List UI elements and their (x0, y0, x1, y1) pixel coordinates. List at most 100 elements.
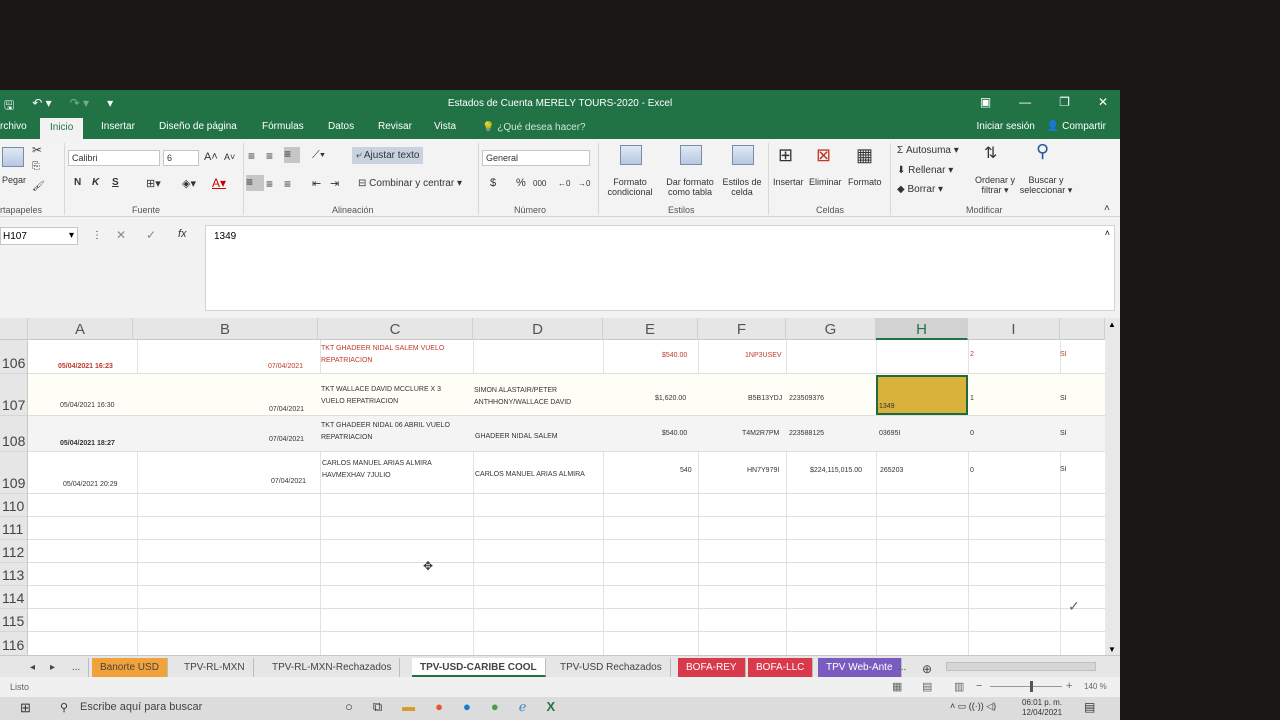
enter-icon[interactable]: ✓ (146, 228, 156, 242)
underline-button[interactable]: S (112, 177, 119, 188)
edge-icon[interactable]: ● (463, 699, 471, 715)
align-bottom-icon[interactable]: ≡ (284, 147, 300, 163)
percent-button[interactable]: % (516, 177, 526, 189)
currency-button[interactable]: $ (490, 177, 496, 189)
borders-icon[interactable]: ⊞▾ (146, 177, 161, 190)
column-header-f[interactable]: F (698, 318, 786, 340)
sheet-tab-tpv-web-ante[interactable]: TPV Web-Ante (818, 658, 902, 677)
cell-styles-button[interactable]: Estilos de celda (718, 177, 766, 197)
row-header-109[interactable]: 109 (0, 452, 28, 494)
font-color-icon[interactable]: A▾ (212, 176, 226, 190)
cell-i108[interactable]: 0 (970, 428, 974, 440)
row-header-111[interactable]: 111 (0, 517, 28, 540)
cell-c109[interactable]: CARLOS MANUEL ARIAS ALMIRA HAVMEXHAV 7JU… (322, 458, 432, 482)
taskbar-clock[interactable]: 06:01 p. m. 12/04/2021 (1022, 698, 1062, 718)
cell-d108[interactable]: GHADEER NIDAL SALEM (475, 431, 558, 443)
cell-f107[interactable]: B5B13YDJ (748, 393, 782, 405)
sort-filter-button[interactable]: Ordenar y filtrar ▾ (972, 175, 1018, 196)
decrease-font-icon[interactable]: A˅ (224, 152, 235, 162)
system-tray-icons[interactable]: ˄ ▭ ((·)) ◁) (950, 701, 996, 712)
copy-icon[interactable]: ⎘ (32, 161, 40, 172)
format-painter-icon[interactable]: 🖌 (32, 181, 45, 192)
tab-insert[interactable]: Insertar (101, 121, 135, 132)
row-header-110[interactable]: 110 (0, 494, 28, 517)
fill-color-icon[interactable]: ◈▾ (182, 177, 196, 190)
cancel-icon[interactable]: ✕ (116, 228, 126, 242)
cell-d107[interactable]: SIMON ALASTAIR/PETER ANTHHONY/WALLACE DA… (474, 385, 571, 409)
align-top-icon[interactable]: ≡ (248, 149, 255, 163)
cut-icon[interactable]: ✂ (32, 143, 42, 157)
cell-j107[interactable]: SI (1060, 393, 1067, 405)
increase-font-icon[interactable]: A˄ (204, 151, 218, 163)
tab-view[interactable]: Vista (434, 121, 456, 132)
sheet-tab-more-left[interactable]: ... (64, 658, 90, 677)
column-header-i[interactable]: I (968, 318, 1060, 340)
column-header-c[interactable]: C (318, 318, 473, 340)
cell-f109[interactable]: HN7Y979I (747, 465, 779, 477)
name-box[interactable]: H107 ▾ (0, 227, 78, 245)
zoom-slider-thumb[interactable] (1030, 681, 1033, 692)
cell-i109[interactable]: 0 (970, 465, 974, 477)
notifications-icon[interactable]: ▤ (1084, 700, 1095, 714)
row-header-107[interactable]: 107 (0, 374, 28, 416)
cell-d109[interactable]: CARLOS MANUEL ARIAS ALMIRA (475, 469, 585, 481)
cell-h109[interactable]: 265203 (880, 465, 903, 477)
row-header-115[interactable]: 115 (0, 609, 28, 632)
cell-b106[interactable]: 07/04/2021 (268, 361, 303, 373)
cell-a106[interactable]: 05/04/2021 16:23 (58, 361, 113, 373)
cell-b107[interactable]: 07/04/2021 (269, 404, 304, 416)
cortana-icon[interactable]: ○ (345, 699, 353, 715)
cell-e109[interactable]: 540 (680, 465, 692, 477)
row-header-112[interactable]: 112 (0, 540, 28, 563)
sheet-tab-more-right[interactable]: ... (890, 658, 914, 677)
tell-me-search[interactable]: 💡 ¿Qué desea hacer? (482, 122, 586, 133)
conditional-format-button[interactable]: Formato condicional (600, 177, 660, 197)
normal-view-icon[interactable]: ▦ (892, 680, 902, 693)
cell-f106[interactable]: 1NP3USEV (745, 350, 782, 362)
name-box-dropdown-icon[interactable]: ▾ (69, 230, 74, 241)
cell-a109[interactable]: 05/04/2021 20:29 (63, 479, 118, 491)
restore-button[interactable]: ❐ (1059, 95, 1070, 109)
row-header-116[interactable]: 116 (0, 632, 28, 656)
column-header-g[interactable]: G (786, 318, 876, 340)
cell-c108[interactable]: TKT GHADEER NIDAL 06 ABRIL VUELO REPATRI… (321, 420, 450, 444)
tab-data[interactable]: Datos (328, 121, 354, 132)
zoom-slider[interactable] (990, 686, 1062, 687)
column-header-d[interactable]: D (473, 318, 603, 340)
sheet-tab-tpv-usd-rechazados[interactable]: TPV-USD Rechazados (552, 658, 671, 677)
cell-i106[interactable]: 2 (970, 349, 974, 361)
align-right-icon[interactable]: ≡ (284, 177, 291, 191)
cell-b109[interactable]: 07/04/2021 (271, 476, 306, 488)
selected-cell-h107[interactable]: 1349 (876, 375, 968, 415)
windows-start-icon[interactable]: ⊞ (20, 700, 31, 716)
close-button[interactable]: ✕ (1098, 95, 1108, 109)
increase-indent-icon[interactable]: ⇥ (330, 177, 339, 190)
sign-in-link[interactable]: Iniciar sesión (977, 121, 1035, 132)
tab-home[interactable]: Inicio (40, 118, 84, 139)
cell-a107[interactable]: 05/04/2021 16:30 (60, 400, 115, 412)
row-header-114[interactable]: 114 (0, 586, 28, 609)
column-header-h[interactable]: H (876, 318, 968, 340)
sheet-tab-bofa-rey[interactable]: BOFA-REY (678, 658, 746, 677)
format-as-table-button[interactable]: Dar formato como tabla (660, 177, 720, 197)
sheet-tab-tpv-usd-caribe-cool[interactable]: TPV-USD-CARIBE COOL (412, 658, 546, 677)
font-name-select[interactable]: Calibri (68, 150, 160, 166)
row-header-106[interactable]: 106 (0, 340, 28, 374)
tab-formulas[interactable]: Fórmulas (262, 121, 304, 132)
cell-g109[interactable]: $224,115,015.00 (810, 465, 862, 477)
file-explorer-icon[interactable]: ▬ (402, 699, 415, 715)
prev-sheet-icon[interactable]: ◂ (22, 658, 43, 677)
sheet-tab-banorte-usd[interactable]: Banorte USD (92, 658, 168, 677)
delete-cells-button[interactable]: Eliminar (809, 177, 842, 187)
tab-review[interactable]: Revisar (378, 121, 412, 132)
cell-c107[interactable]: TKT WALLACE DAVID MCCLURE X 3 VUELO REPA… (321, 384, 441, 408)
scroll-up-icon[interactable]: ▲ (1108, 320, 1116, 329)
paste-icon[interactable] (2, 147, 24, 167)
fill-button[interactable]: ⬇ Rellenar ▾ (897, 165, 953, 176)
firefox-icon[interactable]: ● (435, 699, 443, 715)
align-center-icon[interactable]: ≡ (266, 177, 273, 191)
font-size-select[interactable]: 6 (163, 150, 199, 166)
cell-g108[interactable]: 223588125 (789, 428, 824, 440)
sheet-tab-bofa-llc[interactable]: BOFA-LLC (748, 658, 814, 677)
paste-label[interactable]: Pegar (2, 175, 26, 185)
